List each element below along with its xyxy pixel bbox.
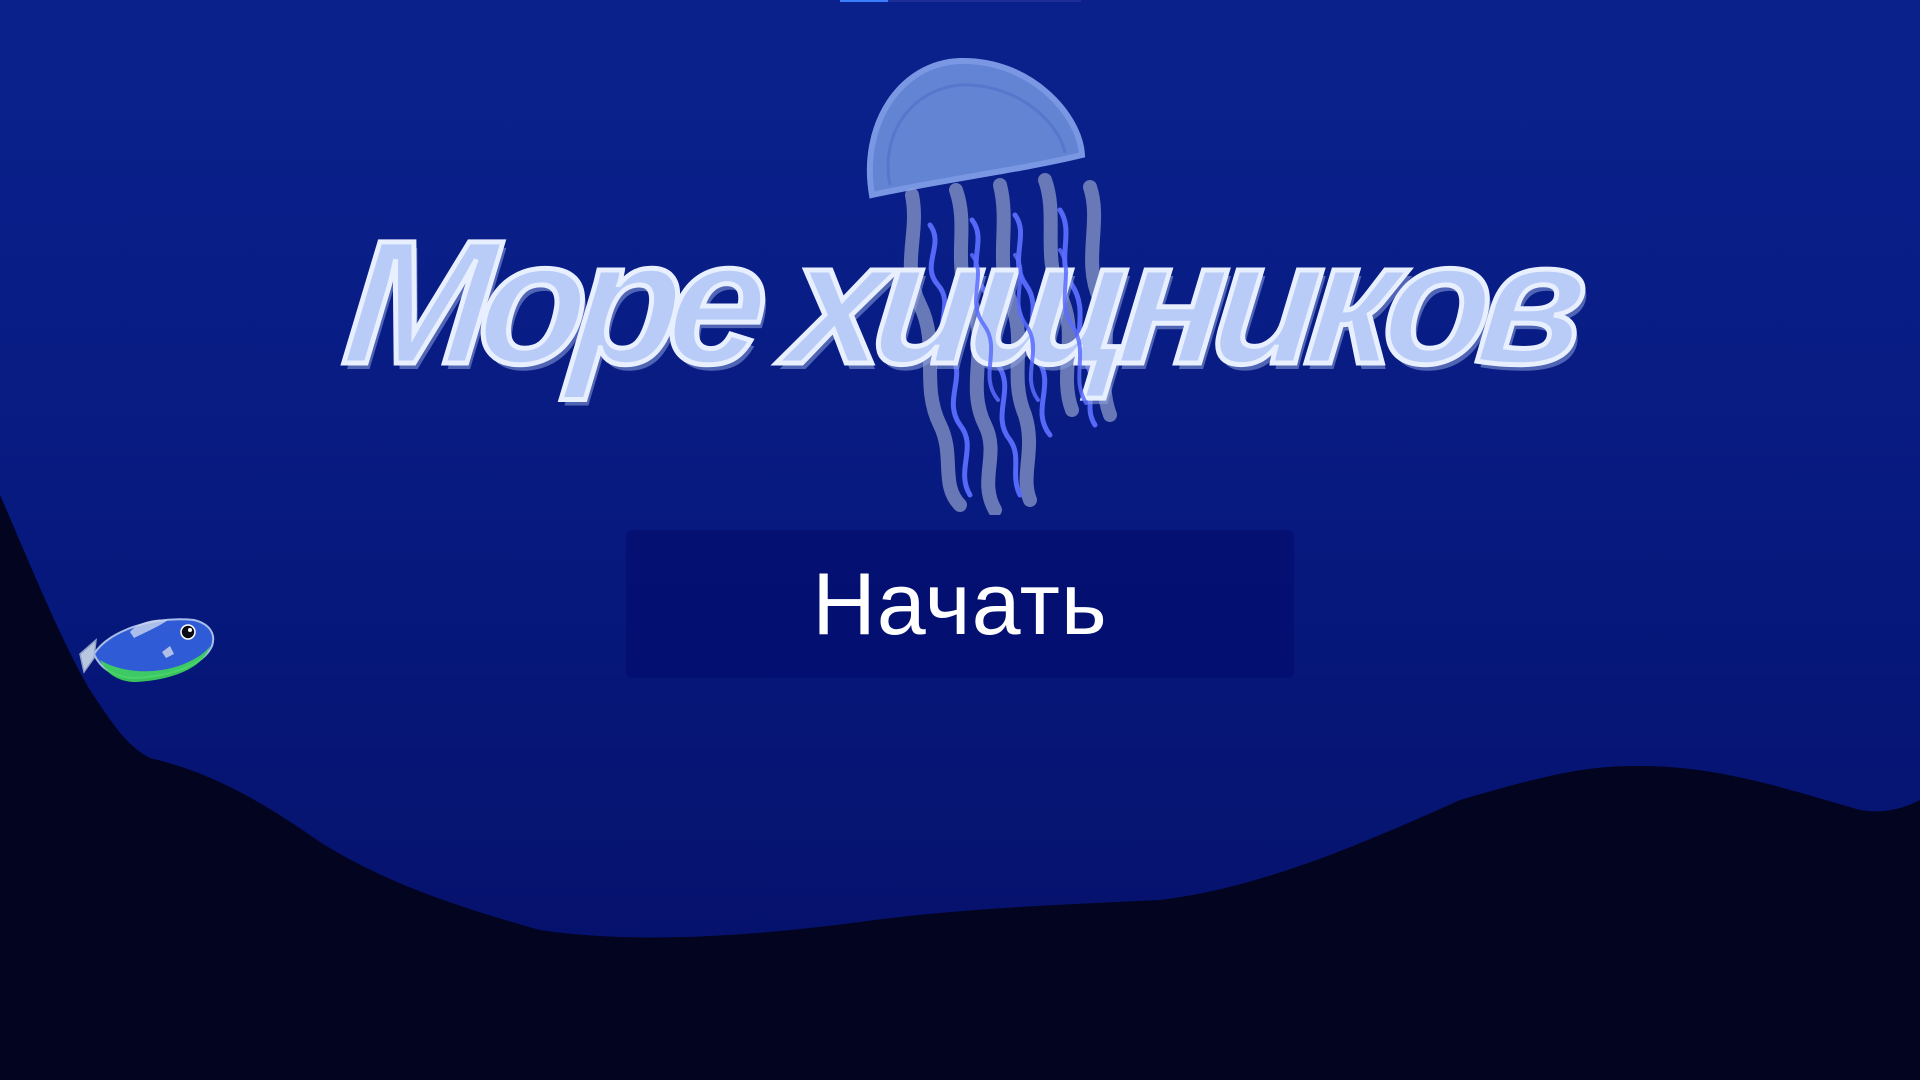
game-scene: Море хищников Начать — [0, 0, 1920, 1080]
jellyfish-bell — [866, 57, 1086, 199]
game-title: Море хищников — [334, 203, 1586, 404]
start-button[interactable]: Начать — [626, 530, 1294, 678]
player-fish-sprite — [79, 618, 215, 682]
start-button-label: Начать — [812, 554, 1108, 653]
